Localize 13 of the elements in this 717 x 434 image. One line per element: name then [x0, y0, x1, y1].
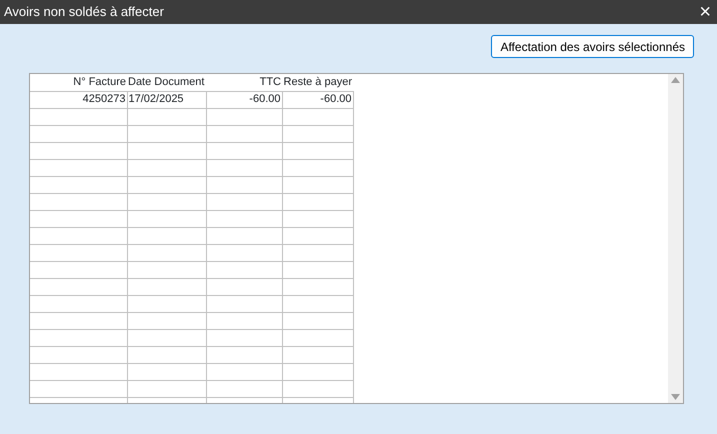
assign-button[interactable]: Affectation des avoirs sélectionnés	[491, 35, 694, 58]
column-header: TTC	[206, 74, 282, 91]
table-cell: 17/02/2025	[127, 91, 206, 108]
scroll-up-icon[interactable]	[671, 77, 680, 83]
scroll-down-icon[interactable]	[671, 394, 680, 400]
window-title: Avoirs non soldés à affecter	[3, 3, 164, 22]
table-cell: -60.00	[206, 91, 282, 108]
table-cell: -60.00	[282, 91, 353, 108]
column-header: N° Facture	[30, 74, 127, 91]
close-button[interactable]: ×	[693, 2, 717, 22]
column-header: Date Document	[127, 74, 206, 91]
table-cell: 4250273	[30, 91, 127, 108]
column-header: Reste à payer	[282, 74, 353, 91]
